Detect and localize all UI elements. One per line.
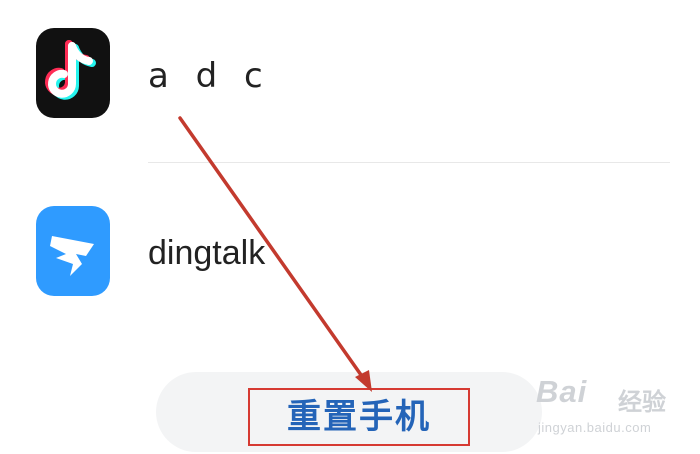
tiktok-icon	[36, 28, 110, 118]
watermark-suffix: 经验	[618, 389, 666, 416]
app-name-label: a d c	[148, 56, 271, 96]
app-item-dingtalk[interactable]: dingtalk	[0, 198, 700, 308]
dingtalk-icon	[36, 206, 110, 296]
app-item-tiktok[interactable]: a d c	[0, 20, 700, 130]
app-name-label: dingtalk	[148, 234, 266, 272]
app-list-screen: a d c dingtalk 重置手机 Bai 经验 jingyan.baidu…	[0, 0, 700, 454]
reset-phone-label: 重置手机	[287, 397, 431, 437]
watermark-url: jingyan.baidu.com	[538, 420, 652, 435]
list-divider	[148, 162, 670, 163]
watermark-brand: Bai	[536, 374, 588, 409]
baidu-jingyan-watermark: Bai 经验 jingyan.baidu.com	[530, 374, 680, 442]
